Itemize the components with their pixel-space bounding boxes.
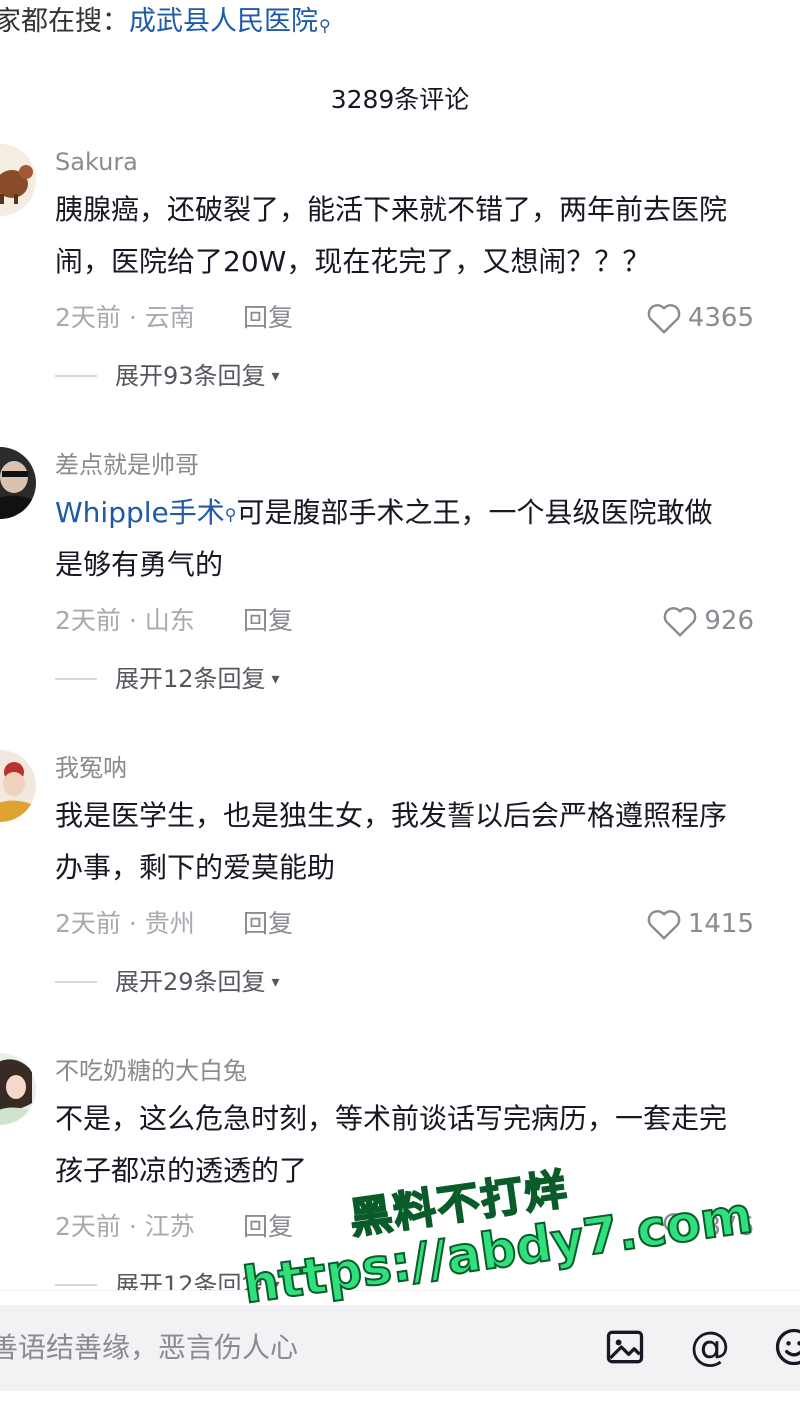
comment-username[interactable]: 不吃奶糖的大白兔 — [55, 1053, 247, 1089]
comment-item: 差点就是帅哥 Whipple手术⚲可是腹部手术之王，一个县级医院敢做 是够有勇气… — [0, 447, 800, 747]
topic-link[interactable]: Whipple手术 — [55, 496, 225, 529]
comment-text-line: 胰腺癌，还破裂了，能活下来就不错了，两年前去医院 — [55, 184, 800, 236]
chevron-down-icon: ▾ — [272, 659, 280, 699]
divider — [55, 1284, 97, 1286]
chevron-down-icon: ▾ — [272, 962, 280, 1002]
reply-button[interactable]: 回复 — [243, 298, 293, 338]
comment-text-line: 不是，这么危急时刻，等术前谈话写完病历，一套走完 — [55, 1093, 800, 1145]
search-icon: ⚲ — [225, 505, 237, 524]
expand-replies-label: 展开29条回复 — [115, 962, 266, 1002]
expand-replies-button[interactable]: 展开93条回复 ▾ — [55, 356, 280, 396]
expand-replies-button[interactable]: 展开29条回复 ▾ — [55, 962, 280, 1002]
comment-time-location: 2天前 · 云南 — [55, 298, 195, 338]
heart-icon — [662, 1210, 698, 1244]
comment-text: 不是，这么危急时刻，等术前谈话写完病历，一套走完 孩子都凉的透透的了 — [55, 1093, 800, 1197]
comment-text-fragment: 可是腹部手术之王，一个县级医院敢做 — [236, 496, 712, 529]
comment-text: Whipple手术⚲可是腹部手术之王，一个县级医院敢做 是够有勇气的 — [55, 487, 800, 591]
like-button[interactable]: 4365 — [646, 298, 754, 338]
reply-button[interactable]: 回复 — [243, 1207, 293, 1247]
comment-username[interactable]: 我冤呐 — [55, 750, 127, 786]
comment-time-location: 2天前 · 山东 — [55, 601, 195, 641]
like-count: 926 — [704, 601, 754, 641]
heart-icon — [646, 301, 682, 335]
comment-item: Sakura 胰腺癌，还破裂了，能活下来就不错了，两年前去医院 闹，医院给了20… — [0, 144, 800, 444]
emoji-icon[interactable] — [772, 1325, 800, 1369]
comment-text-line: 我是医学生，也是独生女，我发誓以后会严格遵照程序 — [55, 790, 800, 842]
comment-text-line: 办事，剩下的爱莫能助 — [55, 842, 800, 894]
trending-prefix: 家都在搜： — [0, 6, 129, 37]
like-count: 4365 — [688, 298, 754, 338]
comment-time-location: 2天前 · 江苏 — [55, 1207, 195, 1247]
reply-button[interactable]: 回复 — [243, 601, 293, 641]
comment-text: 我是医学生，也是独生女，我发誓以后会严格遵照程序 办事，剩下的爱莫能助 — [55, 790, 800, 894]
trending-keyword-link[interactable]: 成武县人民医院 — [129, 6, 318, 37]
like-button[interactable]: 876 — [662, 1207, 754, 1247]
avatar[interactable] — [0, 144, 36, 216]
like-button[interactable]: 1415 — [646, 904, 754, 944]
like-button[interactable]: 926 — [662, 601, 754, 641]
image-icon[interactable] — [603, 1325, 647, 1369]
comment-username[interactable]: 差点就是帅哥 — [55, 447, 199, 483]
heart-icon — [646, 907, 682, 941]
comment-input-bar: 善语结善缘，恶言伤人心 @ — [0, 1290, 800, 1423]
avatar[interactable] — [0, 447, 36, 519]
expand-replies-button[interactable]: 展开12条回复 ▾ — [55, 659, 280, 699]
heart-icon — [662, 604, 698, 638]
search-icon: ⚲ — [319, 16, 331, 35]
comment-text-line: 孩子都凉的透透的了 — [55, 1145, 800, 1197]
like-count: 876 — [704, 1207, 754, 1247]
comment-count: 3289条评论 — [0, 78, 800, 122]
expand-replies-label: 展开12条回复 — [115, 659, 266, 699]
divider — [55, 678, 97, 680]
comment-text: 胰腺癌，还破裂了，能活下来就不错了，两年前去医院 闹，医院给了20W，现在花完了… — [55, 184, 800, 288]
comment-input-placeholder: 善语结善缘，恶言伤人心 — [0, 1305, 298, 1391]
comment-text-line: 是够有勇气的 — [55, 539, 800, 591]
comment-text-line: Whipple手术⚲可是腹部手术之王，一个县级医院敢做 — [55, 487, 800, 539]
chevron-down-icon: ▾ — [272, 356, 280, 396]
trending-search-bar[interactable]: 家都在搜：成武县人民医院⚲ — [0, 0, 331, 44]
comment-time-location: 2天前 · 贵州 — [55, 904, 195, 944]
divider — [55, 981, 97, 983]
comment-username[interactable]: Sakura — [55, 144, 138, 180]
mention-button[interactable]: @ — [688, 1325, 732, 1369]
comment-text-line: 闹，医院给了20W，现在花完了，又想闹？？？ — [55, 236, 800, 288]
avatar[interactable] — [0, 750, 36, 822]
comment-input[interactable]: 善语结善缘，恶言伤人心 — [0, 1305, 800, 1391]
divider — [55, 375, 97, 377]
comment-item: 我冤呐 我是医学生，也是独生女，我发誓以后会严格遵照程序 办事，剩下的爱莫能助 … — [0, 750, 800, 1050]
like-count: 1415 — [688, 904, 754, 944]
reply-button[interactable]: 回复 — [243, 904, 293, 944]
expand-replies-label: 展开93条回复 — [115, 356, 266, 396]
avatar[interactable] — [0, 1053, 36, 1125]
